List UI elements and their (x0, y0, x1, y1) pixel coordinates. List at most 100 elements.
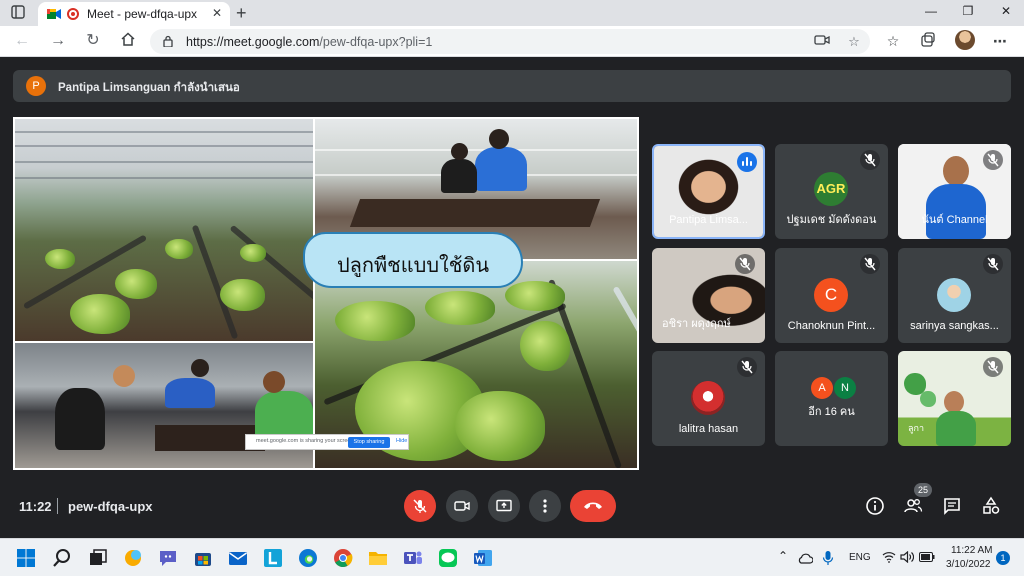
meeting-time: 11:22 (19, 499, 52, 514)
launcher-l-icon[interactable] (263, 548, 283, 568)
present-button[interactable] (488, 490, 520, 522)
participant-avatar: C (814, 278, 848, 312)
share-bar-text: meet.google.com is sharing your screen. (256, 438, 356, 444)
home-icon[interactable] (118, 31, 138, 51)
url-text: https://meet.google.com/pew-dfqa-upx?pli… (186, 35, 433, 49)
address-bar[interactable]: https://meet.google.com/pew-dfqa-upx?pli… (150, 29, 870, 54)
browser-toolbar: ← → ↻ https://meet.google.com/pew-dfqa-u… (0, 26, 1024, 57)
show-hidden-icons-icon[interactable]: ⌃ (778, 549, 788, 563)
volume-icon[interactable] (900, 551, 914, 563)
participant-name: Chanoknun Pint... (787, 320, 876, 332)
end-call-button[interactable] (570, 490, 616, 522)
close-tab-icon[interactable]: ✕ (212, 6, 222, 20)
favorites-icon[interactable]: ☆ (884, 32, 902, 50)
speaking-icon (737, 152, 757, 172)
close-window-icon[interactable]: ✕ (996, 4, 1016, 18)
agr-logo: AGR (814, 172, 848, 206)
forward-icon[interactable]: → (48, 31, 68, 51)
participant-tile[interactable]: sarinya sangkas... (898, 248, 1011, 343)
presenter-avatar: P (26, 76, 46, 96)
slide-caption: ปลูกพืชแบบใช้ดิน (336, 253, 490, 277)
stop-sharing-button[interactable]: Stop sharing (348, 437, 390, 448)
mic-toggle-button[interactable] (404, 490, 436, 522)
windows-taskbar: ⌃ ENG 11:22 AM 3/10/2022 1 (0, 538, 1024, 576)
edge-icon[interactable] (298, 548, 318, 568)
end-call-icon (584, 502, 602, 509)
notification-badge[interactable]: 1 (996, 551, 1010, 565)
camera-toggle-button[interactable] (446, 490, 478, 522)
browser-tab-strip: Meet - pew-dfqa-upx ✕ + — ❐ ✕ (0, 0, 1024, 26)
meeting-code: pew-dfqa-upx (68, 499, 153, 514)
mic-off-icon (413, 499, 427, 513)
participant-tile[interactable]: Pantipa Limsa... (652, 144, 765, 239)
more-icon[interactable]: ⋯ (991, 32, 1009, 50)
lock-icon[interactable] (163, 35, 173, 47)
tab-actions-icon[interactable] (10, 5, 26, 21)
shared-screen[interactable]: ปลูกพืชแบบใช้ดิน meet.google.com is shar… (13, 117, 639, 470)
restore-icon[interactable]: ❐ (958, 4, 978, 18)
mic-off-icon (983, 150, 1003, 170)
add-favorite-icon[interactable]: ☆ (846, 34, 862, 50)
word-icon[interactable] (473, 548, 493, 568)
participants-count-badge: 25 (914, 483, 932, 497)
more-options-icon (543, 499, 547, 513)
file-explorer-icon[interactable] (368, 548, 388, 568)
mic-off-icon (735, 254, 755, 274)
presenter-text: Pantipa Limsanguan กำลังนำเสนอ (58, 82, 240, 94)
search-icon[interactable] (52, 548, 72, 568)
participant-avatar: N (834, 377, 856, 399)
present-icon (496, 499, 512, 512)
profile-avatar[interactable] (955, 30, 975, 50)
mail-icon[interactable] (228, 548, 248, 568)
reload-icon[interactable]: ↻ (83, 31, 103, 51)
participant-tile[interactable]: lalitra hasan (652, 351, 765, 446)
teams-icon[interactable] (403, 548, 423, 568)
wifi-icon[interactable] (882, 551, 896, 563)
participant-tile[interactable]: อชิรา ผดุงฤกษ์ (652, 248, 765, 343)
participant-tile[interactable]: ลูกา (898, 351, 1011, 446)
participant-tile[interactable]: นันต์ Channel (898, 144, 1011, 239)
browser-tab[interactable]: Meet - pew-dfqa-upx ✕ (38, 2, 230, 26)
presenter-banner: P Pantipa Limsanguan กำลังนำเสนอ (13, 70, 1011, 102)
language-indicator[interactable]: ENG (849, 552, 871, 563)
info-icon[interactable] (865, 496, 885, 516)
camera-icon (454, 501, 470, 511)
mic-off-icon (737, 357, 757, 377)
task-view-icon[interactable] (88, 548, 108, 568)
camera-icon[interactable] (814, 34, 830, 50)
store-icon[interactable] (193, 548, 213, 568)
participant-tile-others[interactable]: A N อีก 16 คน (775, 351, 888, 446)
microphone-icon[interactable] (822, 550, 834, 566)
mic-off-icon (860, 150, 880, 170)
divider (57, 498, 58, 514)
participant-name: sarinya sangkas... (910, 320, 999, 332)
participant-tile[interactable]: C Chanoknun Pint... (775, 248, 888, 343)
battery-icon[interactable] (919, 552, 935, 562)
taskbar-time[interactable]: 11:22 AM (951, 545, 993, 556)
collections-icon[interactable] (919, 32, 937, 50)
people-icon[interactable] (903, 496, 923, 516)
greenhouse-photo (15, 119, 313, 341)
back-icon[interactable]: ← (12, 31, 32, 51)
more-options-button[interactable] (529, 490, 561, 522)
recording-icon (67, 8, 79, 20)
onedrive-icon[interactable] (797, 552, 813, 564)
hide-button[interactable]: Hide (396, 438, 407, 444)
participant-tile[interactable]: AGR ปฐมเดช มัดดังดอน (775, 144, 888, 239)
screen-share-bar: meet.google.com is sharing your screen. … (245, 434, 409, 450)
participant-avatar: A (811, 377, 833, 399)
taskbar-date[interactable]: 3/10/2022 (946, 559, 991, 570)
new-tab-icon[interactable]: + (236, 3, 247, 24)
teams-chat-icon[interactable] (158, 548, 178, 568)
activities-icon[interactable] (981, 496, 1001, 516)
mic-off-icon (860, 254, 880, 274)
participant-name: ปฐมเดช มัดดังดอน (786, 214, 877, 226)
meet-favicon (47, 9, 61, 19)
minimize-icon[interactable]: — (921, 4, 941, 18)
participant-avatar (691, 381, 725, 415)
start-icon[interactable] (16, 548, 36, 568)
line-icon[interactable] (438, 548, 458, 568)
widgets-icon[interactable] (123, 548, 143, 568)
chat-icon[interactable] (942, 496, 962, 516)
chrome-icon[interactable] (333, 548, 353, 568)
